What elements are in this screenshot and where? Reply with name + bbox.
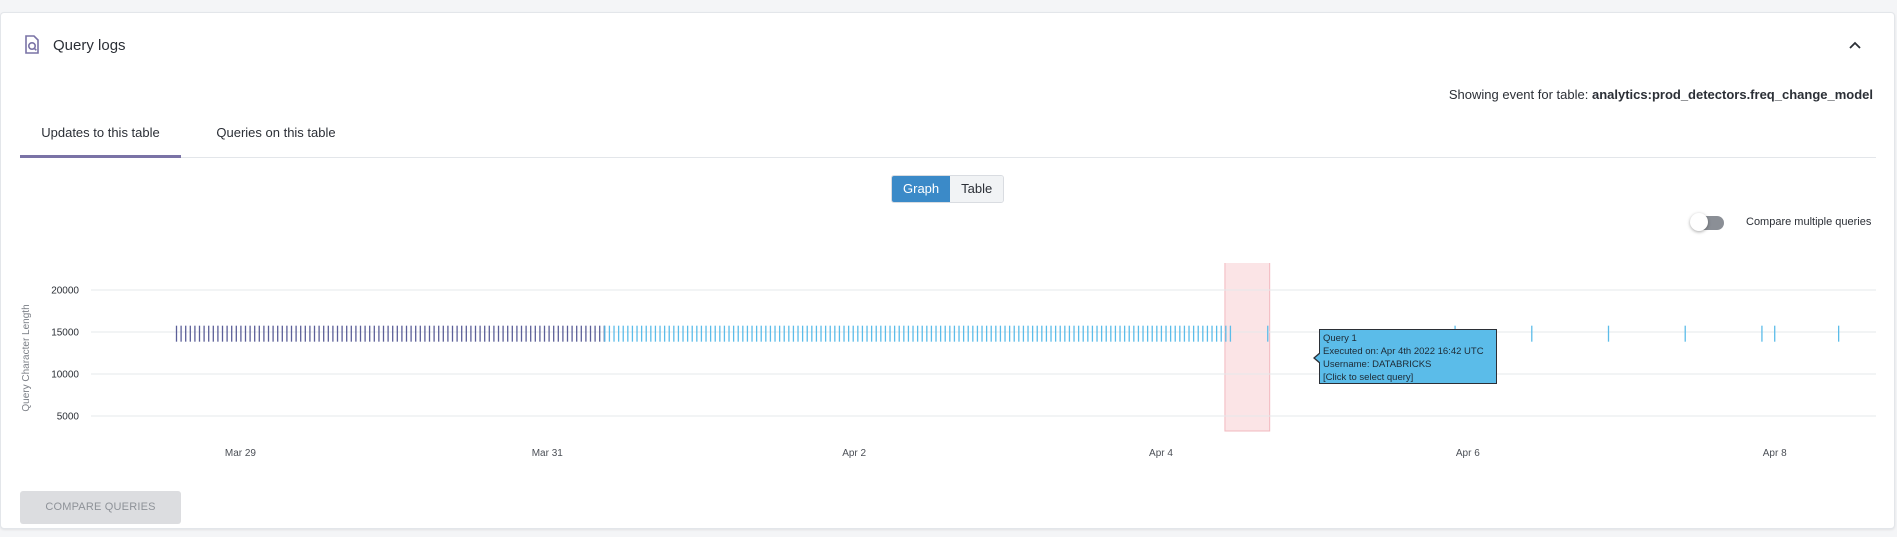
query-log-icon — [23, 35, 41, 55]
table-name: analytics:prod_detectors.freq_change_mod… — [1591, 87, 1873, 102]
query-tooltip[interactable]: Query 1 Executed on: Apr 4th 2022 16:42 … — [1313, 329, 1497, 384]
tooltip-executed: Executed on: Apr 4th 2022 16:42 UTC — [1323, 346, 1484, 357]
compare-queries-button[interactable]: COMPARE QUERIES — [20, 491, 181, 524]
query-length-chart: 5000 10000 15000 20000 Query Character Lengt… — [21, 263, 1876, 459]
tooltip-hint: [Click to select query] — [1323, 372, 1414, 383]
selection-highlight — [1224, 263, 1271, 432]
toggle-knob — [1690, 213, 1708, 231]
tooltip-title: Query 1 — [1323, 333, 1357, 344]
y-axis-label: Query Character Length — [21, 304, 32, 411]
compare-multiple-toggle[interactable] — [1690, 213, 1726, 231]
tooltip-username: Username: DATABRICKS — [1323, 359, 1432, 370]
tab-queries[interactable]: Queries on this table — [210, 111, 342, 155]
table-button[interactable]: Table — [950, 176, 1004, 202]
y-tick-label: 10000 — [51, 370, 79, 381]
y-tick-label: 15000 — [51, 328, 79, 339]
x-tick-label: Apr 6 — [1456, 448, 1480, 459]
tab-updates[interactable]: Updates to this table — [20, 111, 181, 158]
tab-bar: Updates to this table Queries on this ta… — [20, 111, 1876, 158]
compare-multiple-label: Compare multiple queries — [1746, 216, 1872, 228]
graph-button[interactable]: Graph — [892, 176, 951, 202]
query-logs-card: Query logs Showing event for table: anal… — [0, 12, 1895, 529]
x-tick-label: Apr 8 — [1763, 448, 1787, 459]
card-header: Query logs — [23, 35, 126, 55]
x-tick-label: Mar 29 — [225, 448, 257, 459]
view-toggle: Graph Table — [891, 175, 1005, 203]
card-title: Query logs — [53, 36, 126, 54]
y-tick-label: 5000 — [57, 412, 80, 423]
y-tick-label: 20000 — [51, 286, 79, 297]
chevron-up-icon[interactable] — [1846, 37, 1864, 55]
x-tick-label: Apr 2 — [842, 448, 866, 459]
showing-prefix: Showing event for table: — [1448, 87, 1589, 102]
x-tick-label: Mar 31 — [532, 448, 564, 459]
showing-event-text: Showing event for table: analytics:prod_… — [1449, 87, 1873, 102]
x-tick-label: Apr 4 — [1149, 448, 1173, 459]
